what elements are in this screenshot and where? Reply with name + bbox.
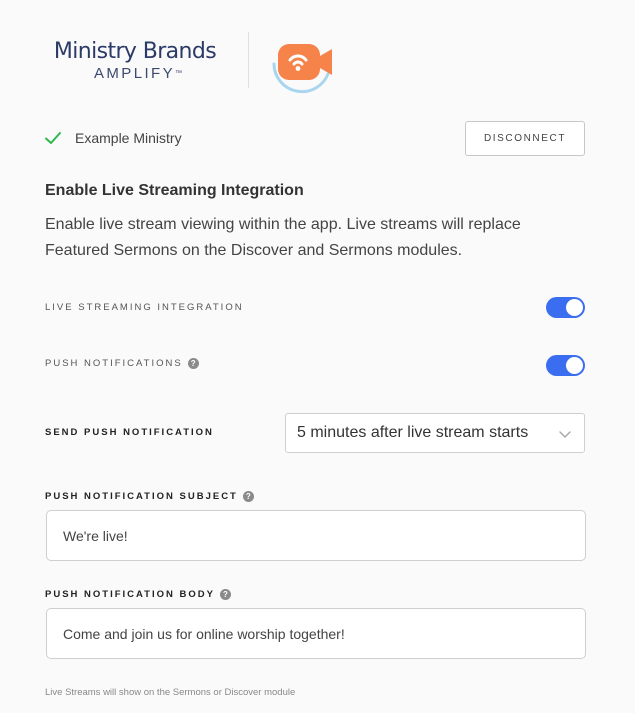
live-streaming-label: LIVE STREAMING INTEGRATION (45, 302, 244, 313)
body-label: PUSH NOTIFICATION BODY ? (45, 589, 231, 600)
help-icon[interactable]: ? (187, 358, 199, 369)
send-push-selected-value: 5 minutes after live stream starts (297, 424, 529, 441)
brand-divider (248, 32, 249, 88)
connected-account-row: Example Ministry DISCONNECT (44, 120, 585, 156)
send-push-label: SEND PUSH NOTIFICATION (45, 427, 214, 438)
account-name: Example Ministry (75, 130, 182, 146)
brand-name: Ministry Brands (53, 39, 217, 64)
section-title: Enable Live Streaming Integration (45, 182, 304, 199)
subject-label: PUSH NOTIFICATION SUBJECT ? (45, 491, 254, 502)
subject-input[interactable] (46, 510, 586, 561)
brand-product: AMPLIFY™ (94, 65, 182, 82)
live-camera-logo-icon (272, 44, 332, 94)
disconnect-button[interactable]: DISCONNECT (465, 120, 585, 156)
send-push-select[interactable]: 5 minutes after live stream starts (285, 413, 585, 453)
push-notifications-label: PUSH NOTIFICATIONS ? (45, 358, 199, 369)
check-icon (45, 132, 61, 144)
chevron-down-icon (559, 431, 571, 438)
section-description: Enable live stream viewing within the ap… (45, 216, 521, 259)
toggle-knob (566, 357, 583, 374)
brand-wordmark: Ministry Brands AMPLIFY™ (44, 39, 226, 83)
body-input[interactable] (46, 608, 586, 659)
brand-header: Ministry Brands AMPLIFY™ (44, 30, 344, 94)
live-streaming-toggle[interactable] (546, 297, 585, 318)
footer-note: Live Streams will show on the Sermons or… (45, 687, 296, 698)
toggle-knob (566, 299, 583, 316)
help-icon[interactable]: ? (242, 491, 254, 502)
help-icon[interactable]: ? (219, 589, 231, 600)
push-notifications-toggle[interactable] (546, 355, 585, 376)
